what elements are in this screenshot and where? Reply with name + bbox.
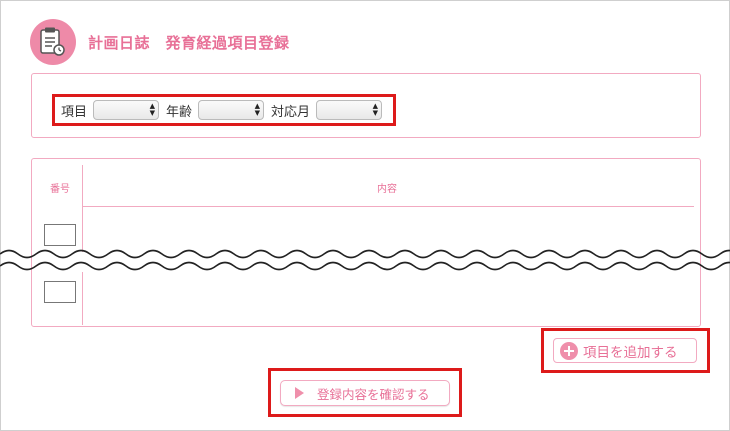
page-title: 計画日誌 発育経過項目登録 — [88, 33, 290, 52]
filter-label-item: 項目 — [61, 104, 88, 120]
add-item-highlight: 項目を追加する — [541, 328, 710, 373]
add-item-label: 項目を追加する — [583, 344, 678, 361]
add-item-button[interactable]: 項目を追加する — [553, 338, 697, 363]
column-header-number: 番号 — [50, 184, 70, 195]
column-divider — [82, 165, 83, 325]
item-select[interactable]: ▲ ▼ — [93, 100, 160, 120]
confirm-highlight: 登録内容を確認する — [268, 368, 462, 417]
page-header: 計画日誌 発育経過項目登録 — [30, 19, 290, 65]
age-select[interactable]: ▲ ▼ — [198, 100, 265, 120]
confirm-label: 登録内容を確認する — [317, 386, 430, 402]
filter-label-month: 対応月 — [271, 104, 311, 120]
play-icon — [295, 387, 304, 399]
select-arrows-icon: ▲ ▼ — [149, 102, 156, 117]
confirm-button[interactable]: 登録内容を確認する — [280, 380, 450, 406]
filter-label-age: 年齢 — [166, 104, 193, 120]
select-arrows-icon: ▲ ▼ — [372, 102, 379, 117]
month-select[interactable]: ▲ ▼ — [316, 100, 383, 120]
select-arrows-icon: ▲ ▼ — [254, 102, 261, 117]
item-table: 番号 内容 — [31, 158, 701, 327]
header-divider — [83, 206, 694, 207]
omission-wave — [0, 249, 730, 271]
column-header-content: 内容 — [377, 184, 397, 195]
clipboard-icon — [30, 19, 76, 65]
plus-circle-icon — [560, 341, 578, 360]
filter-row-highlight: 項目 ▲ ▼ 年齢 ▲ ▼ 対応月 ▲ ▼ — [52, 94, 396, 126]
row-number-input[interactable] — [44, 224, 76, 246]
row-number-input[interactable] — [44, 281, 76, 303]
